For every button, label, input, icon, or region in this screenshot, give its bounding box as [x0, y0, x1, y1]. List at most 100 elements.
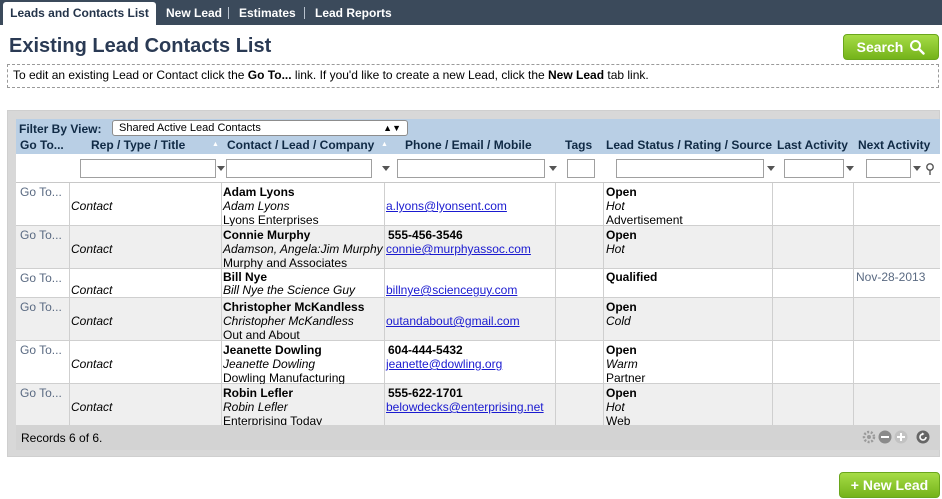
refresh-icon[interactable]	[916, 430, 930, 444]
rep-type-filter-input[interactable]	[80, 159, 216, 178]
company-name: Out and About	[223, 328, 300, 342]
tab-divider	[228, 7, 229, 19]
column-header-tags[interactable]: Tags	[565, 138, 592, 152]
tags-filter-input[interactable]	[567, 159, 595, 178]
instructions-new-lead: New Lead	[548, 68, 605, 82]
tab-leads-and-contacts-list[interactable]: Leads and Contacts List	[3, 2, 156, 25]
goto-link[interactable]: Go To...	[20, 386, 62, 400]
lead-name: Bill Nye the Science Guy	[223, 283, 356, 297]
phone-number: 555-622-1701	[388, 386, 463, 400]
records-count: Records 6 of 6.	[21, 431, 103, 445]
contact-type: Contact	[71, 283, 113, 297]
company-name: Lyons Enterprises	[223, 213, 319, 227]
column-filter-row	[16, 154, 940, 183]
contact-type: Contact	[71, 242, 113, 256]
filter-view-value: Shared Active Lead Contacts	[119, 122, 261, 134]
last-activity-filter-input[interactable]	[784, 159, 844, 178]
phone-email-filter-input[interactable]	[397, 159, 545, 178]
goto-link[interactable]: Go To...	[20, 228, 62, 242]
column-divider	[772, 183, 773, 426]
email-link[interactable]: billnye@scienceguy.com	[386, 283, 517, 297]
column-divider	[555, 183, 556, 426]
instructions-goto: Go To...	[247, 68, 292, 82]
email-link[interactable]: outandabout@gmail.com	[386, 314, 520, 328]
lead-name: Christopher McKandless	[223, 314, 354, 328]
column-divider	[853, 183, 854, 426]
contact-name: Jeanette Dowling	[223, 343, 322, 357]
sort-up-icon: ▲	[212, 141, 219, 148]
column-divider	[221, 183, 222, 426]
dropdown-arrow-icon[interactable]	[382, 166, 390, 171]
table-row: Go To... Contact Bill Nye Bill Nye the S…	[16, 269, 940, 298]
goto-link[interactable]: Go To...	[20, 271, 62, 285]
column-header-rep-type-title[interactable]: Rep / Type / Title	[91, 138, 185, 152]
lead-name: Robin Lefler	[223, 400, 288, 414]
instructions-text: To edit an existing Lead or Contact clic…	[13, 68, 248, 82]
lead-name: Adam Lyons	[223, 199, 290, 213]
next-activity-date: Nov-28-2013	[856, 270, 926, 284]
dropdown-arrow-icon[interactable]	[767, 166, 775, 171]
table-row: Go To... Contact Jeanette Dowling Jeanet…	[16, 341, 940, 385]
lead-source: Partner	[606, 371, 646, 385]
next-activity-filter-input[interactable]	[866, 159, 911, 178]
tab-new-lead[interactable]: New Lead	[166, 2, 222, 25]
lead-status: Qualified	[606, 270, 658, 284]
lead-status: Open	[606, 343, 637, 357]
filter-by-view-label: Filter By View:	[19, 122, 102, 136]
goto-link[interactable]: Go To...	[20, 300, 62, 314]
contact-filter-input[interactable]	[226, 159, 372, 178]
add-icon[interactable]	[894, 430, 908, 444]
tab-divider	[304, 7, 305, 19]
table-row: Go To... Contact Adam Lyons Adam Lyons L…	[16, 183, 940, 227]
lead-status: Open	[606, 185, 637, 199]
column-header-lead-status[interactable]: Lead Status / Rating / Source	[606, 138, 772, 152]
column-header-phone-email-mobile[interactable]: Phone / Email / Mobile	[405, 138, 532, 152]
contact-type: Contact	[71, 400, 113, 414]
email-link[interactable]: belowdecks@enterprising.net	[386, 400, 544, 414]
goto-link[interactable]: Go To...	[20, 185, 62, 199]
instructions-text: link. If you'd like to create a new Lead…	[291, 68, 549, 82]
column-divider	[603, 183, 604, 426]
contact-type: Contact	[71, 357, 113, 371]
email-link[interactable]: a.lyons@lyonsent.com	[386, 199, 507, 213]
instructions-box: To edit an existing Lead or Contact clic…	[7, 64, 939, 88]
top-tab-bar: Leads and Contacts List New Lead Estimat…	[0, 0, 942, 25]
dropdown-arrow-icon[interactable]	[549, 166, 557, 171]
table-row: Go To... Contact Christopher McKandless …	[16, 298, 940, 342]
lead-status: Open	[606, 300, 637, 314]
tab-lead-reports[interactable]: Lead Reports	[315, 2, 392, 25]
lead-source: Advertisement	[606, 213, 683, 227]
column-header-goto[interactable]: Go To...	[20, 138, 64, 152]
search-icon	[910, 40, 926, 55]
filter-view-select[interactable]: Shared Active Lead Contacts ▲▼	[112, 120, 408, 136]
new-lead-button[interactable]: + New Lead	[839, 472, 940, 498]
column-header-contact-lead-company[interactable]: Contact / Lead / Company	[227, 138, 374, 152]
tab-estimates[interactable]: Estimates	[239, 2, 296, 25]
status-filter-input[interactable]	[616, 159, 764, 178]
lead-status: Open	[606, 228, 637, 242]
gear-icon[interactable]	[862, 430, 876, 444]
lead-rating: Cold	[606, 314, 631, 328]
email-link[interactable]: connie@murphyassoc.com	[386, 242, 531, 256]
dropdown-arrow-icon[interactable]	[846, 166, 854, 171]
dropdown-arrow-icon[interactable]	[217, 166, 225, 171]
column-header-last-activity[interactable]: Last Activity	[777, 138, 848, 152]
goto-link[interactable]: Go To...	[20, 343, 62, 357]
table-row: Go To... Contact Robin Lefler Robin Lefl…	[16, 384, 940, 428]
contact-name: Adam Lyons	[223, 185, 295, 199]
phone-number: 555-456-3546	[388, 228, 463, 242]
phone-number: 604-444-5432	[388, 343, 463, 357]
column-header-next-activity[interactable]: Next Activity	[858, 138, 930, 152]
contact-name: Christopher McKandless	[223, 300, 365, 314]
search-button[interactable]: Search	[843, 34, 939, 60]
table-row: Go To... Contact Connie Murphy Adamson, …	[16, 226, 940, 270]
page-title: Existing Lead Contacts List	[9, 35, 272, 57]
contact-type: Contact	[71, 314, 113, 328]
column-divider	[69, 183, 70, 426]
contact-name: Connie Murphy	[223, 228, 311, 242]
clear-filter-icon[interactable]	[925, 163, 935, 175]
email-link[interactable]: jeanette@dowling.org	[386, 357, 502, 371]
dropdown-arrow-icon[interactable]	[913, 166, 921, 171]
select-arrows-icon: ▲▼	[383, 123, 401, 133]
remove-icon[interactable]	[878, 430, 892, 444]
